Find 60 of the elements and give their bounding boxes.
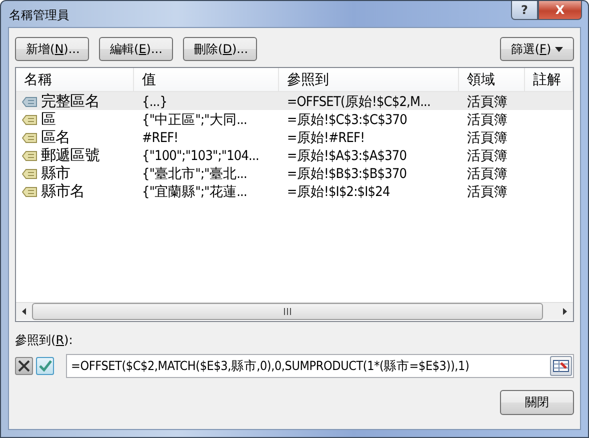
- table-cell-text: {"宜蘭縣";"花蓮...: [141, 182, 248, 200]
- table-cell-text: 活頁簿: [466, 128, 509, 146]
- table-cell-text: {"中正區";"大同...: [141, 110, 248, 128]
- name-tag-icon: [22, 186, 37, 196]
- scroll-left-icon[interactable]: [22, 308, 26, 315]
- name-tag-icon: [22, 96, 37, 106]
- close-dialog-button[interactable]: 關閉: [500, 390, 574, 415]
- help-button[interactable]: ?: [511, 1, 538, 20]
- table-cell: 縣市名: [41, 182, 85, 201]
- table-cell-text: =原始!$I$2:$I$24: [286, 182, 391, 200]
- name-row[interactable]: 郵遞區號 {"100";"103";"104... =原始!$A$3:$A$370 活頁簿: [16, 146, 573, 164]
- close-button[interactable]: X: [538, 1, 582, 20]
- column-header[interactable]: 值: [134, 68, 279, 91]
- column-header[interactable]: 註解: [525, 68, 573, 91]
- cancel-edit-button[interactable]: [15, 357, 33, 375]
- delete-button[interactable]: 刪除(D)...: [183, 37, 257, 61]
- table-cell: 區: [41, 110, 56, 129]
- name-row[interactable]: 區名 #REF! =原始!#REF! 活頁簿: [16, 128, 573, 146]
- table-cell-text: 活頁簿: [466, 182, 509, 200]
- table-cell-text: 活頁簿: [466, 92, 509, 110]
- table-cell-text: =OFFSET(原始!$C$2,M...: [286, 92, 432, 110]
- cross-icon: [18, 360, 30, 372]
- window-title: 名稱管理員: [9, 7, 69, 24]
- table-cell-text: #REF!: [141, 130, 180, 146]
- scroll-right-icon[interactable]: [563, 308, 567, 315]
- table-cell-text: 活頁簿: [466, 110, 509, 128]
- name-row[interactable]: 縣市 {"臺北市";"臺北... =原始!$B$3:$B$370 活頁簿: [16, 164, 573, 182]
- name-row[interactable]: 完整區名 {...} =OFFSET(原始!$C$2,M... 活頁簿: [16, 92, 573, 110]
- refers-to-field[interactable]: =OFFSET($C$2,MATCH($E$3,縣市,0),0,SUMPRODUCT(1*(縣市=$E$3)),1): [66, 354, 574, 378]
- table-cell-text: =原始!$A$3:$A$370: [286, 146, 408, 164]
- table-cell-text: 活頁簿: [466, 164, 509, 182]
- name-tag-icon: [22, 150, 37, 160]
- dropdown-arrow-icon: [555, 46, 564, 52]
- table-cell: 縣市: [41, 164, 70, 183]
- column-header[interactable]: 名稱: [16, 68, 134, 91]
- table-cell-text: =原始!$C$3:$C$370: [286, 110, 408, 128]
- table-cell-text: =原始!#REF!: [286, 128, 366, 146]
- grid-icon: [553, 360, 569, 372]
- name-row[interactable]: 區 {"中正區";"大同... =原始!$C$3:$C$370 活頁簿: [16, 110, 573, 128]
- table-cell: 區名: [41, 128, 70, 147]
- check-icon: [38, 360, 52, 372]
- table-cell-text: {"臺北市";"臺北...: [141, 164, 248, 182]
- name-row[interactable]: 縣市名 {"宜蘭縣";"花蓮... =原始!$I$2:$I$24 活頁簿: [16, 182, 573, 200]
- range-select-button[interactable]: [550, 356, 572, 376]
- column-header[interactable]: 領域: [459, 68, 525, 91]
- column-header[interactable]: 參照到: [279, 68, 459, 91]
- new-button[interactable]: 新增(N)...: [15, 37, 89, 61]
- name-tag-icon: [22, 168, 37, 178]
- table-cell: 完整區名: [41, 92, 100, 111]
- table-cell-text: {"100";"103";"104...: [141, 148, 260, 164]
- table-cell: 郵遞區號: [41, 146, 100, 165]
- name-tag-icon: [22, 132, 37, 142]
- table-cell-text: =原始!$B$3:$B$370: [286, 164, 408, 182]
- edit-button[interactable]: 編輯(E)...: [99, 37, 173, 61]
- refers-to-label: 參照到(R):: [15, 332, 74, 349]
- table-cell-text: {...}: [141, 94, 168, 110]
- grip-icon: [284, 308, 291, 315]
- filter-button[interactable]: 篩選(F): [500, 37, 574, 61]
- name-tag-icon: [22, 114, 37, 124]
- table-cell-text: 活頁簿: [466, 146, 509, 164]
